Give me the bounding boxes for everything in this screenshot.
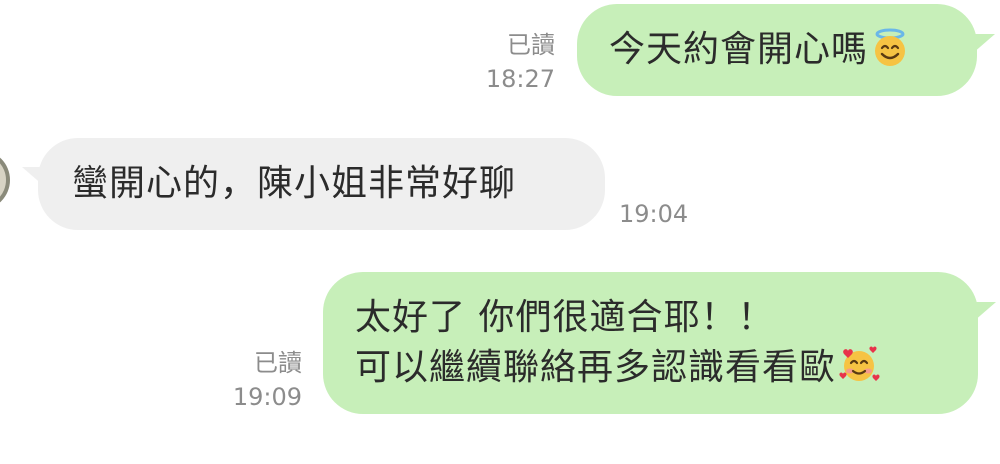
incoming-message-bubble[interactable]: 蠻開心的，陳小姐非常好聊 — [38, 138, 605, 230]
message-time: 19:09 — [232, 383, 302, 411]
bubble-tail — [965, 34, 995, 60]
smiling-face-with-halo-icon — [870, 28, 910, 82]
message-text: 蠻開心的，陳小姐非常好聊 — [72, 163, 517, 204]
outgoing-message-bubble[interactable]: 太好了 你們很適合耶！！ 可以繼續聯絡再多認識看看歐 — [323, 272, 978, 414]
read-receipt: 已讀 — [507, 31, 555, 59]
message-meta: 已讀 18:27 — [486, 28, 555, 96]
message-text-line: 太好了 你們很適合耶！！ — [355, 297, 775, 338]
message-time: 18:27 — [485, 65, 555, 93]
message-meta: 19:04 — [619, 197, 688, 231]
message-meta: 已讀 19:09 — [233, 346, 302, 414]
message-time: 19:04 — [619, 200, 689, 228]
avatar[interactable] — [0, 150, 10, 210]
message-text-line: 可以繼續聯絡再多認識看看歐 — [355, 347, 837, 388]
chat-conversation: 已讀 18:27 今天約會開心嗎 蠻開心的，陳小姐非常好聊 19:04 已讀 1… — [0, 0, 1000, 464]
read-receipt: 已讀 — [254, 349, 302, 377]
smiling-face-with-hearts-icon — [838, 344, 880, 400]
message-text: 今天約會開心嗎 — [609, 29, 869, 70]
bubble-tail — [966, 302, 996, 328]
outgoing-message-bubble[interactable]: 今天約會開心嗎 — [577, 4, 977, 96]
